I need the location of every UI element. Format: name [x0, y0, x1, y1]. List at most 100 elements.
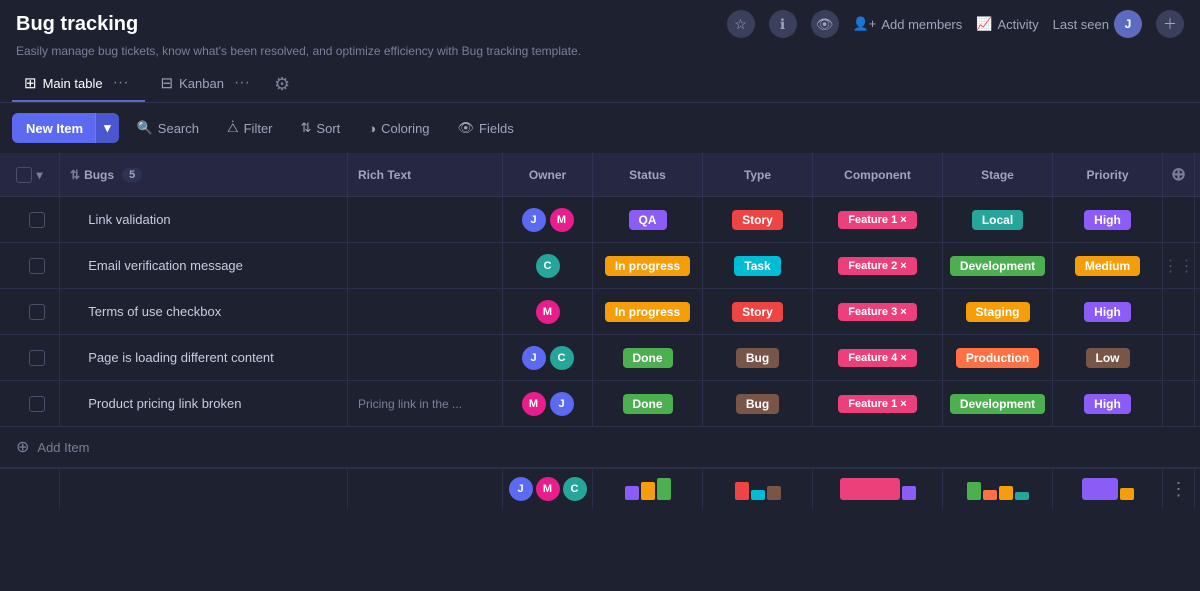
row-name-cell[interactable]: ⠿ Terms of use checkbox — [60, 289, 348, 334]
col-rich-header: Rich Text — [348, 153, 503, 196]
row-priority-cell[interactable]: Low — [1053, 335, 1163, 380]
row-component-cell[interactable]: Feature 4 × — [813, 335, 943, 380]
owner-avatar[interactable]: J — [550, 392, 574, 416]
coloring-icon: ◑ — [368, 121, 376, 136]
sort-button[interactable]: ⇅ Sort — [291, 114, 351, 142]
select-all-checkbox[interactable] — [16, 167, 32, 183]
component-chip: Feature 2 × — [838, 257, 916, 275]
coloring-button[interactable]: ◑ Coloring — [358, 115, 439, 142]
owner-avatar[interactable]: J — [522, 346, 546, 370]
row-status-cell[interactable]: In progress — [593, 289, 703, 334]
col-add-header[interactable]: ⊕ — [1163, 153, 1195, 196]
row-type-cell[interactable]: Bug — [703, 335, 813, 380]
table-row[interactable]: ⠿ ⠿ Product pricing link broken Pricing … — [0, 381, 1200, 427]
info-icon[interactable]: ℹ — [769, 10, 797, 38]
row-priority-cell[interactable]: High — [1053, 289, 1163, 334]
row-rich-cell[interactable] — [348, 197, 503, 242]
row-type-cell[interactable]: Story — [703, 289, 813, 334]
row-name-cell[interactable]: ⠿ Email verification message — [60, 243, 348, 288]
row-expand-icon[interactable]: ▾ — [36, 168, 42, 182]
row-checkbox[interactable] — [29, 258, 45, 274]
eye-icon[interactable]: 👁 — [811, 10, 839, 38]
filter-button[interactable]: ⧊ Filter — [217, 114, 283, 142]
toolbar: New Item ▾ 🔍 Search ⧊ Filter ⇅ Sort ◑ Co… — [0, 103, 1200, 153]
row-priority-cell[interactable]: Medium — [1053, 243, 1163, 288]
row-status-cell[interactable]: In progress — [593, 243, 703, 288]
row-stage-cell[interactable]: Development — [943, 381, 1053, 426]
owner-avatar[interactable]: M — [550, 208, 574, 232]
summary-more-cell[interactable]: ⋮ — [1163, 469, 1195, 509]
row-rich-cell[interactable]: Pricing link in the ... — [348, 381, 503, 426]
row-checkbox[interactable] — [29, 350, 45, 366]
row-owner-cell: JC — [503, 335, 593, 380]
row-stage-cell[interactable]: Production — [943, 335, 1053, 380]
row-name-cell[interactable]: ⠿ Page is loading different content — [60, 335, 348, 380]
table-row[interactable]: ⠿ ⠿ Email verification message CIn progr… — [0, 243, 1200, 289]
row-type-cell[interactable]: Story — [703, 197, 813, 242]
owner-avatar[interactable]: M — [522, 392, 546, 416]
row-check-cell: ⠿ — [0, 289, 60, 334]
row-more-icon[interactable]: ⋮⋮ — [1163, 256, 1195, 276]
row-check-cell: ⠿ — [0, 335, 60, 380]
owner-avatar[interactable]: C — [550, 346, 574, 370]
row-component-cell[interactable]: Feature 1 × — [813, 381, 943, 426]
last-seen-button[interactable]: Last seen J — [1053, 10, 1142, 38]
new-item-button[interactable]: New Item ▾ — [12, 113, 119, 143]
row-checkbox[interactable] — [29, 396, 45, 412]
row-priority-cell[interactable]: High — [1053, 197, 1163, 242]
add-members-button[interactable]: 👤+ Add members — [853, 16, 963, 32]
row-type-cell[interactable]: Task — [703, 243, 813, 288]
row-stage-cell[interactable]: Local — [943, 197, 1053, 242]
star-icon[interactable]: ☆ — [727, 10, 755, 38]
add-item-row[interactable]: ⊕ Add Item — [0, 427, 1200, 468]
col-status-header: Status — [593, 153, 703, 196]
search-button[interactable]: 🔍 Search — [127, 114, 209, 142]
row-name-cell[interactable]: ⠿ Product pricing link broken — [60, 381, 348, 426]
header-actions: ☆ ℹ 👁 👤+ Add members 📈 Activity Last see… — [727, 10, 1184, 38]
add-column-icon[interactable]: ⊕ — [1171, 164, 1186, 185]
main-table-more-icon[interactable]: ··· — [109, 74, 133, 92]
type-chip: Bug — [736, 348, 779, 368]
row-rich-cell[interactable] — [348, 335, 503, 380]
filter-icon: ⧊ — [227, 120, 239, 136]
table-row[interactable]: ⠿ ⠿ Link validation JMQAStoryFeature 1 ×… — [0, 197, 1200, 243]
row-status-cell[interactable]: QA — [593, 197, 703, 242]
kanban-more-icon[interactable]: ··· — [230, 74, 254, 92]
row-name-cell[interactable]: ⠿ Link validation — [60, 197, 348, 242]
row-checkbox[interactable] — [29, 304, 45, 320]
tab-kanban[interactable]: ⊟ Kanban ··· — [149, 66, 266, 102]
add-item-icon: ⊕ — [16, 437, 29, 457]
row-rich-cell[interactable] — [348, 289, 503, 334]
settings-icon[interactable]: ⚙ — [274, 74, 290, 95]
add-icon[interactable]: ＋ — [1156, 10, 1184, 38]
row-stage-cell[interactable]: Staging — [943, 289, 1053, 334]
activity-button[interactable]: 📈 Activity — [976, 16, 1038, 32]
new-item-caret[interactable]: ▾ — [95, 113, 119, 143]
table-row[interactable]: ⠿ ⠿ Page is loading different content JC… — [0, 335, 1200, 381]
status-summary-bars — [625, 478, 671, 500]
row-status-cell[interactable]: Done — [593, 381, 703, 426]
sort-bugs-icon[interactable]: ⇅ — [70, 168, 80, 182]
row-checkbox[interactable] — [29, 212, 45, 228]
summary-component-cell — [813, 469, 943, 509]
row-component-cell[interactable]: Feature 2 × — [813, 243, 943, 288]
row-stage-cell[interactable]: Development — [943, 243, 1053, 288]
row-component-cell[interactable]: Feature 1 × — [813, 197, 943, 242]
owner-avatar[interactable]: J — [522, 208, 546, 232]
owner-avatar[interactable]: M — [536, 300, 560, 324]
row-component-cell[interactable]: Feature 3 × — [813, 289, 943, 334]
row-status-cell[interactable]: Done — [593, 335, 703, 380]
status-chip: In progress — [605, 302, 690, 322]
owner-avatar[interactable]: C — [536, 254, 560, 278]
table-row[interactable]: ⠿ ⠿ Terms of use checkbox M In progress St… — [0, 289, 1200, 335]
row-rich-cell[interactable] — [348, 243, 503, 288]
tab-main-table[interactable]: ⊞ Main table ··· — [12, 66, 145, 102]
bar-red — [735, 482, 749, 500]
fields-button[interactable]: 👁 Fields — [448, 114, 524, 142]
row-name-text: Page is loading different content — [88, 350, 274, 365]
row-priority-cell[interactable]: High — [1053, 381, 1163, 426]
bar-green2 — [967, 482, 981, 500]
row-type-cell[interactable]: Bug — [703, 381, 813, 426]
bar-amber3 — [1120, 488, 1134, 500]
summary-more-icon[interactable]: ⋮ — [1170, 479, 1188, 500]
